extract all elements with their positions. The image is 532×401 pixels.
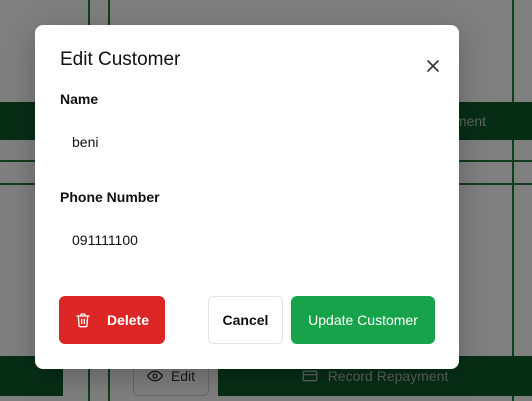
close-icon [427, 60, 439, 72]
phone-number-input[interactable] [60, 222, 434, 258]
update-customer-button[interactable]: Update Customer [291, 296, 435, 344]
cancel-button[interactable]: Cancel [208, 296, 283, 344]
update-customer-button-label: Update Customer [308, 312, 418, 328]
phone-number-label: Phone Number [60, 189, 160, 205]
name-input[interactable] [60, 124, 434, 160]
name-label: Name [60, 91, 99, 107]
delete-button[interactable]: Delete [59, 296, 165, 344]
dialog-title: Edit Customer [60, 49, 181, 70]
cancel-button-label: Cancel [222, 312, 269, 328]
trash-icon [76, 313, 90, 328]
delete-button-label: Delete [106, 312, 150, 328]
close-button[interactable] [423, 56, 443, 76]
edit-customer-dialog: Edit Customer Name Phone Number Delete C… [35, 25, 459, 369]
